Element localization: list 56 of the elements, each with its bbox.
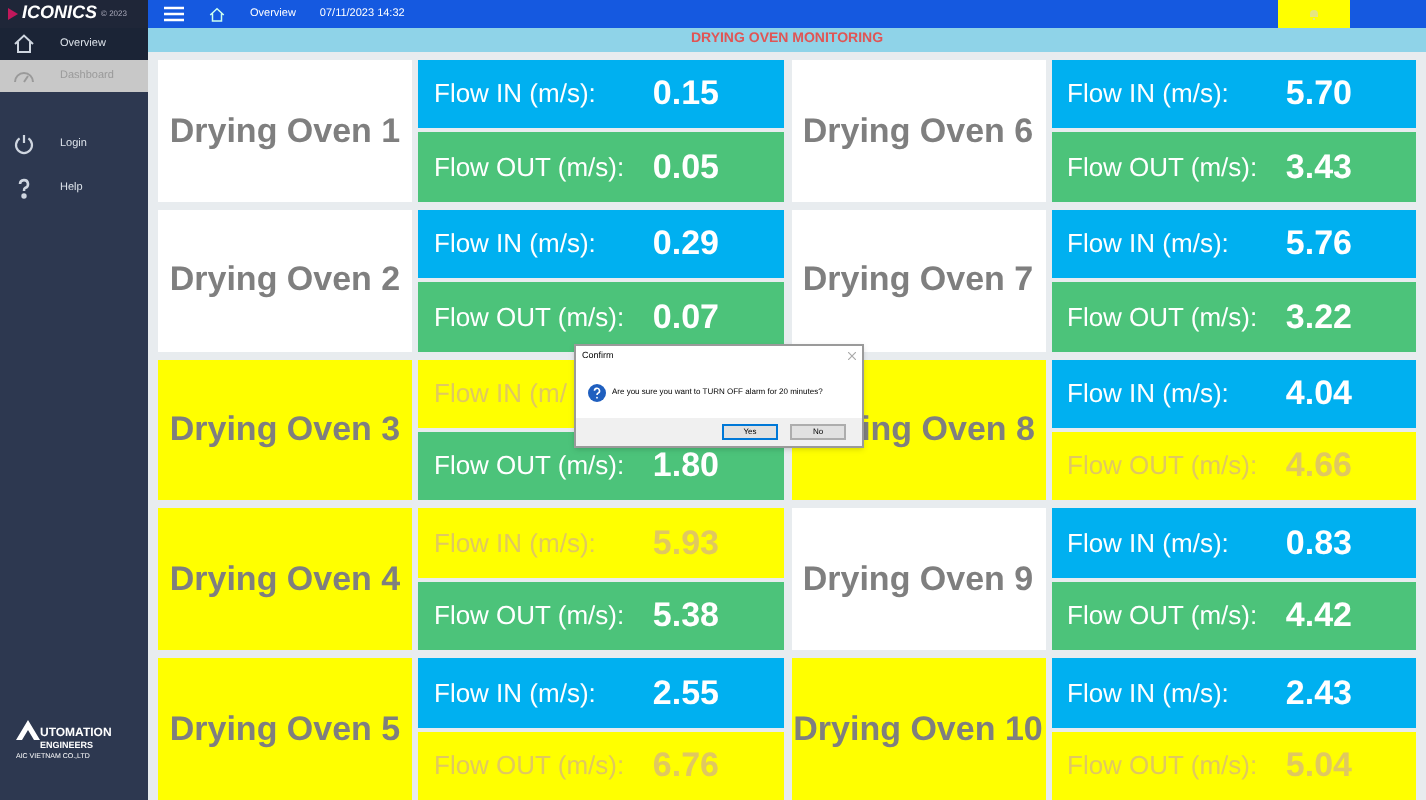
logo-mark-icon	[8, 8, 18, 20]
oven-name-cell: Drying Oven 9	[791, 508, 1045, 651]
home-icon	[12, 32, 36, 56]
flow-label: Flow IN (m/s):	[1067, 76, 1229, 113]
oven-name-cell: Drying Oven 4	[158, 508, 412, 651]
flow-value: 6.76	[652, 744, 721, 789]
flow-label: Flow OUT (m/s):	[434, 598, 625, 635]
flow-value: 3.43	[1285, 145, 1354, 190]
flow-value: 0.07	[652, 295, 721, 340]
flow-value: 0.15	[652, 72, 721, 117]
oven-name-cell: Drying Oven 3	[158, 359, 412, 501]
flow-label: Flow OUT (m/s):	[1067, 748, 1258, 785]
flow-label: Flow IN (m/s):	[434, 525, 596, 562]
oven-name-cell: Drying Oven 6	[791, 60, 1045, 202]
flow-value: 5.76	[1285, 222, 1354, 267]
flow-value: 5.04	[1285, 744, 1354, 789]
flow-label: Flow IN (m/s):	[1067, 525, 1229, 562]
flow-label: Flow IN (m/	[434, 376, 567, 413]
flow-value: 5.70	[1285, 72, 1354, 117]
flow-value: 3.22	[1285, 295, 1354, 340]
brand-logo: ICONICS	[22, 0, 98, 27]
bell-icon	[1308, 8, 1320, 20]
flow-value: 2.43	[1285, 671, 1354, 716]
flow-value: 4.66	[1285, 444, 1354, 489]
flow-label: Flow IN (m/s):	[1067, 675, 1229, 712]
flow-label: Flow OUT (m/s):	[434, 748, 625, 785]
flow-value: 2.55	[652, 671, 721, 716]
flow-value: 0.29	[652, 222, 721, 267]
oven-name-cell: Drying Oven 10	[791, 658, 1045, 800]
flow-value: 4.42	[1285, 594, 1354, 639]
flow-value: 1.80	[652, 444, 721, 489]
power-icon	[12, 132, 36, 156]
flow-label: Flow IN (m/s):	[434, 675, 596, 712]
flow-label: Flow IN (m/s):	[1067, 376, 1229, 413]
flow-value: 5.93	[652, 521, 721, 566]
flow-label: Flow IN (m/s):	[434, 226, 596, 263]
oven-name-cell: Drying Oven 7	[791, 209, 1045, 352]
flow-label: Flow OUT (m/s):	[1067, 598, 1258, 635]
flow-value: 0.05	[652, 145, 721, 190]
flow-label: Flow OUT (m/s):	[1067, 149, 1258, 186]
flow-label: Flow OUT (m/s):	[434, 149, 625, 186]
oven-name-cell: Drying Oven 1	[158, 60, 412, 202]
flow-value: 5.38	[652, 594, 721, 639]
flow-value: 0.83	[1285, 521, 1354, 566]
menu-icon[interactable]	[164, 6, 184, 22]
flow-label: Flow OUT (m/s):	[434, 448, 625, 485]
home-icon[interactable]	[208, 5, 226, 23]
oven-name-cell: Drying Oven 2	[158, 209, 412, 352]
flow-label: Flow OUT (m/s):	[434, 299, 625, 336]
oven-name-cell: Drying Oven 5	[158, 658, 412, 800]
question-icon	[588, 383, 606, 401]
flow-label: Flow OUT (m/s):	[1067, 299, 1258, 336]
flow-label: Flow IN (m/s):	[1067, 226, 1229, 263]
flow-label: Flow OUT (m/s):	[1067, 448, 1258, 485]
flow-label: Flow IN (m/s):	[434, 76, 596, 113]
flow-value: 4.04	[1285, 372, 1354, 417]
